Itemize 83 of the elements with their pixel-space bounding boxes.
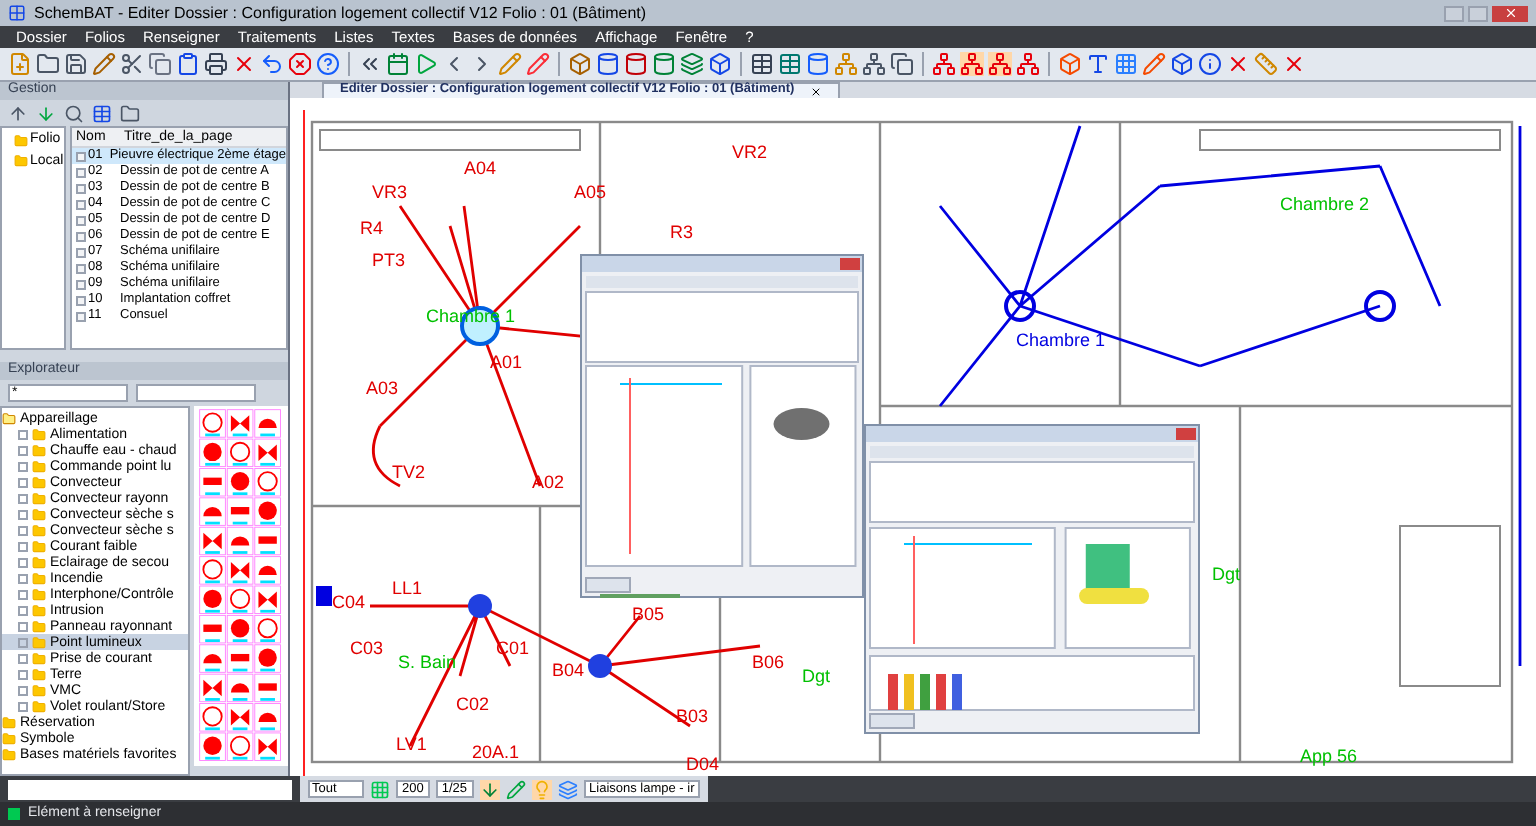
drawing-label: Dgt	[1212, 564, 1241, 584]
drawing-label: VR3	[372, 182, 408, 202]
symbol-palette-drawing[interactable]	[194, 406, 288, 766]
cross-icon[interactable]	[1226, 52, 1250, 76]
drawing-label: R4	[360, 218, 384, 238]
drawing-label: A02	[532, 472, 565, 492]
drawing-label: C04	[332, 592, 366, 612]
switch-icon[interactable]	[316, 586, 332, 606]
drawing-label: LL1	[392, 578, 423, 598]
network-icon[interactable]	[932, 52, 956, 76]
drawing-label: 20A.1	[472, 742, 520, 762]
ruler-icon[interactable]	[1254, 52, 1278, 76]
drawing-label: A05	[574, 182, 607, 202]
folder-icon[interactable]	[120, 103, 140, 123]
light-fixture-icon[interactable]	[1004, 290, 1036, 322]
drawing-label: R3	[670, 222, 694, 242]
cylinder-icon[interactable]	[806, 52, 830, 76]
edit-icon[interactable]	[498, 52, 522, 76]
box-icon[interactable]	[708, 52, 732, 76]
layers-icon[interactable]	[680, 52, 704, 76]
drawing-label: B04	[552, 660, 585, 680]
pencil-icon[interactable]	[505, 779, 526, 799]
rewind-icon[interactable]	[358, 52, 382, 76]
delete-icon[interactable]	[232, 52, 256, 76]
play-icon[interactable]	[414, 52, 438, 76]
light-fixture-icon[interactable]	[588, 654, 612, 678]
scissors-icon[interactable]	[120, 52, 144, 76]
drawing-label: LV1	[396, 734, 427, 754]
folder-icon	[14, 154, 28, 169]
folder-icon	[2, 411, 16, 425]
light-fixture-icon[interactable]	[468, 594, 492, 618]
close-icon	[1503, 6, 1517, 20]
pencil-icon[interactable]	[92, 52, 116, 76]
network-icon[interactable]	[862, 52, 886, 76]
up-arrow-icon[interactable]	[8, 103, 28, 123]
drawing-label: Chambre 1	[1016, 330, 1106, 350]
clipboard-icon[interactable]	[176, 52, 200, 76]
layers-icon[interactable]	[557, 779, 578, 799]
copy-icon[interactable]	[148, 52, 172, 76]
drawing-label: TV2	[392, 462, 426, 482]
drawing-label: C03	[350, 638, 384, 658]
drawing-label: A04	[464, 158, 497, 178]
cylinder-icon[interactable]	[652, 52, 676, 76]
help-icon[interactable]	[316, 52, 340, 76]
drawing-label: B06	[752, 652, 785, 672]
undo-icon[interactable]	[260, 52, 284, 76]
network-icon[interactable]	[960, 52, 984, 76]
pages-icon[interactable]	[890, 52, 914, 76]
network-icon[interactable]	[1016, 52, 1040, 76]
folder-icon[interactable]	[36, 52, 60, 76]
drawing-label: Dgt	[802, 666, 831, 686]
drawing-label: C02	[456, 694, 490, 714]
cube-icon[interactable]	[568, 52, 592, 76]
printer-icon[interactable]	[204, 52, 228, 76]
save-icon[interactable]	[64, 52, 88, 76]
calendar-icon[interactable]	[386, 52, 410, 76]
input-field[interactable]	[8, 779, 292, 799]
drawing-label: B05	[632, 604, 665, 624]
stop-icon[interactable]	[288, 52, 312, 76]
network-icon[interactable]	[988, 52, 1012, 76]
drawing-label: D04	[686, 754, 720, 774]
drawing-label: App 56	[1300, 746, 1358, 766]
info-icon[interactable]	[1198, 52, 1222, 76]
down-arrow-icon[interactable]	[36, 103, 56, 123]
drawing-label: A03	[366, 378, 399, 398]
close-page-icon[interactable]	[1282, 52, 1306, 76]
close-button[interactable]	[1492, 5, 1528, 21]
table-icon[interactable]	[92, 103, 112, 123]
window-title: SchemBAT - Editer Dossier : Configuration logement collectif V12 Folio : 01 (Bâtiment)	[34, 1, 647, 25]
drawing-label: VR2	[732, 142, 768, 162]
light-fixture-icon[interactable]	[1364, 290, 1396, 322]
drawing-label: PT3	[372, 250, 406, 270]
close-icon[interactable]	[810, 85, 823, 97]
drawing-label: Chambre 2	[1280, 194, 1370, 214]
status-icon	[8, 808, 20, 820]
grid-icon[interactable]	[1114, 52, 1138, 76]
folder-icon	[14, 133, 28, 148]
text-icon[interactable]	[1086, 52, 1110, 76]
search-icon[interactable]	[64, 103, 84, 123]
cylinder-icon[interactable]	[596, 52, 620, 76]
app-icon	[8, 4, 26, 22]
cylinder-icon[interactable]	[624, 52, 648, 76]
filter-dropdown[interactable]	[136, 384, 256, 402]
